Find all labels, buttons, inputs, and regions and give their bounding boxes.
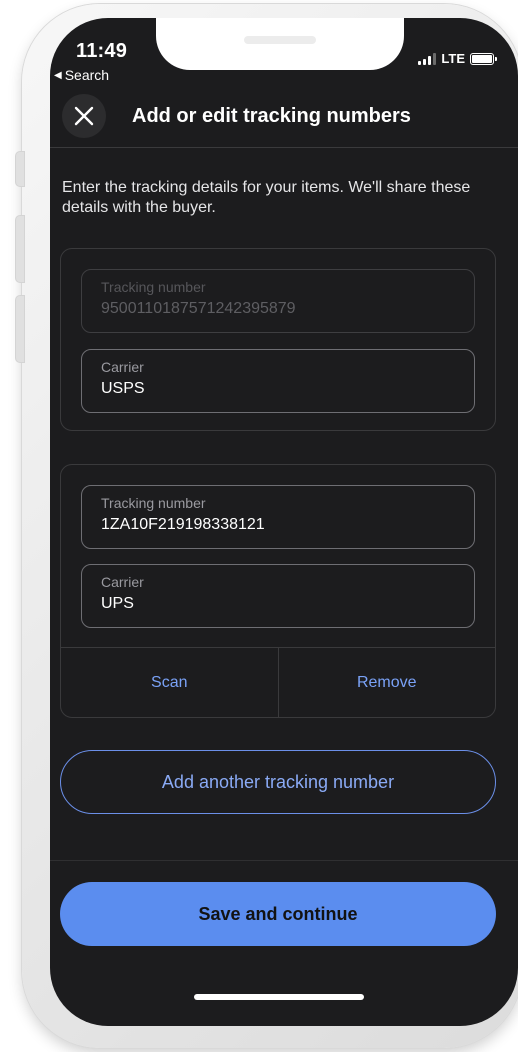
back-to-search-link[interactable]: ◀ Search [54, 67, 109, 83]
tracking-number-label: Tracking number [101, 279, 206, 295]
carrier-label: Carrier [101, 359, 144, 375]
notch [156, 18, 404, 70]
battery-icon [470, 52, 497, 65]
page-title: Add or edit tracking numbers [132, 105, 411, 127]
back-label: Search [64, 67, 110, 83]
carrier-field-2[interactable]: Carrier UPS [81, 564, 475, 628]
network-type: LTE [441, 51, 465, 66]
carrier-value: UPS [101, 595, 134, 612]
status-indicators: LTE [418, 51, 497, 66]
close-button[interactable] [62, 94, 106, 138]
shipment-card-2: Tracking number 1ZA10F219198338121 Carri… [60, 464, 496, 718]
speaker-grille [244, 36, 316, 44]
carrier-label: Carrier [101, 574, 144, 590]
home-indicator[interactable] [194, 994, 364, 1000]
scan-button[interactable]: Scan [61, 648, 278, 717]
tracking-number-label: Tracking number [101, 495, 206, 511]
close-icon [74, 106, 94, 126]
header: Add or edit tracking numbers [50, 92, 518, 148]
tracking-number-value: 1ZA10F219198338121 [101, 516, 265, 533]
carrier-field-1[interactable]: Carrier USPS [81, 349, 475, 413]
shipment-card-1: Tracking number 9500110187571242395879 C… [60, 248, 496, 431]
remove-button[interactable]: Remove [277, 648, 496, 717]
footer-divider [50, 860, 518, 861]
back-triangle-icon: ◀ [54, 69, 62, 81]
save-and-continue-button[interactable]: Save and continue [60, 882, 496, 946]
tracking-number-field-2[interactable]: Tracking number 1ZA10F219198338121 [81, 485, 475, 549]
volume-down-button [16, 296, 24, 362]
tracking-number-field-1: Tracking number 9500110187571242395879 [81, 269, 475, 333]
tracking-number-value: 9500110187571242395879 [101, 300, 296, 317]
mute-switch [16, 152, 24, 186]
status-time: 11:49 [76, 40, 128, 62]
volume-up-button [16, 216, 24, 282]
app-screen: 11:49 ◀ Search LTE Add or edit tracking … [50, 18, 518, 1026]
card-actions: Scan Remove [61, 647, 495, 717]
add-tracking-number-button[interactable]: Add another tracking number [60, 750, 496, 814]
signal-icon [418, 52, 437, 65]
carrier-value: USPS [101, 380, 145, 397]
intro-text: Enter the tracking details for your item… [62, 179, 471, 216]
